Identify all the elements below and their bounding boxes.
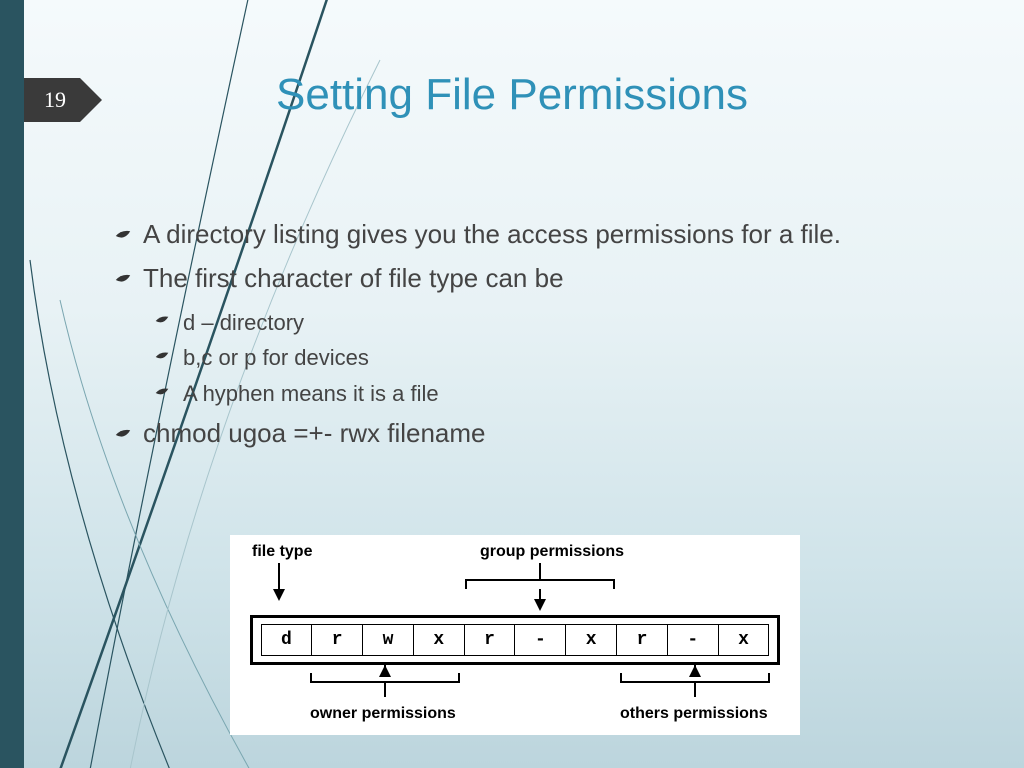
bracket-top xyxy=(465,579,615,589)
bullet-text: The first character of file type can be xyxy=(143,263,564,293)
arrow-stem xyxy=(539,563,541,579)
bullet-item: The first character of file type can be xyxy=(115,264,945,294)
arrow-stem xyxy=(694,683,696,697)
arrow-down-icon xyxy=(273,589,285,601)
perm-cell: r xyxy=(311,624,363,656)
arrow-stem xyxy=(278,563,280,589)
perm-cell: x xyxy=(718,624,770,656)
permissions-diagram: file type group permissions d r w x r - … xyxy=(230,535,800,735)
leaf-icon xyxy=(155,315,169,327)
arrow-down-icon xyxy=(534,599,546,611)
leaf-icon xyxy=(155,351,169,363)
sub-bullet-item: b,c or p for devices xyxy=(155,343,945,373)
arrow-stem xyxy=(384,665,386,673)
bullet-text: d – directory xyxy=(183,310,304,335)
perm-cell: x xyxy=(413,624,465,656)
label-owner: owner permissions xyxy=(310,705,456,723)
label-filetype: file type xyxy=(252,543,312,561)
perm-cell: d xyxy=(261,624,313,656)
bullet-text: chmod ugoa =+- rwx filename xyxy=(143,418,486,448)
bullet-item: A directory listing gives you the access… xyxy=(115,220,945,250)
leaf-icon xyxy=(115,273,131,287)
sub-bullet-item: A hyphen means it is a file xyxy=(155,379,945,409)
leaf-icon xyxy=(115,428,131,442)
bullet-text: A directory listing gives you the access… xyxy=(143,219,841,249)
content-area: A directory listing gives you the access… xyxy=(115,220,945,463)
perm-cell: x xyxy=(565,624,617,656)
permission-row: d r w x r - x r - x xyxy=(250,615,780,665)
arrow-stem xyxy=(384,683,386,697)
label-group: group permissions xyxy=(480,543,624,561)
slide: 19 Setting File Permissions A directory … xyxy=(0,0,1024,768)
arrow-stem xyxy=(694,665,696,673)
perm-cell: - xyxy=(667,624,719,656)
perm-cell: r xyxy=(464,624,516,656)
bullet-text: A hyphen means it is a file xyxy=(183,381,439,406)
perm-cell: r xyxy=(616,624,668,656)
slide-title: Setting File Permissions xyxy=(0,70,1024,120)
leaf-icon xyxy=(115,229,131,243)
perm-cell: w xyxy=(362,624,414,656)
bullet-text: b,c or p for devices xyxy=(183,345,369,370)
sub-bullet-item: d – directory xyxy=(155,308,945,338)
label-others: others permissions xyxy=(620,705,768,723)
bullet-item: chmod ugoa =+- rwx filename xyxy=(115,419,945,449)
leaf-icon xyxy=(155,387,169,399)
perm-cell: - xyxy=(514,624,566,656)
